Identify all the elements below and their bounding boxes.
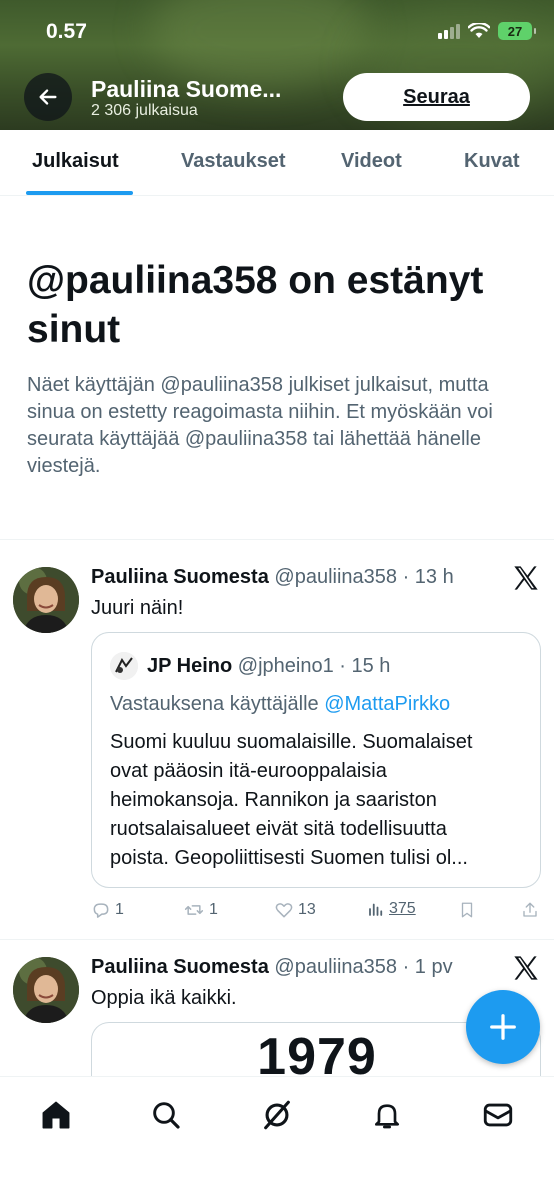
quote-text: Suomi kuuluu suomalaisille. Suomalaiset … <box>110 728 525 873</box>
quote-line: heimokansoja. Rannikon ja saariston <box>110 789 437 811</box>
post-count: 2 306 julkaisua <box>91 102 198 119</box>
divider <box>0 939 554 940</box>
search-icon <box>153 1102 180 1129</box>
profile-name: Pauliina Suome... <box>91 76 282 102</box>
bookmark-icon <box>461 902 473 918</box>
post-author[interactable]: Pauliina Suomesta <box>91 566 269 588</box>
quote-author: JP Heino <box>147 655 233 677</box>
post-meta: @pauliina358 · 13 h <box>274 566 454 588</box>
reply-mention-link[interactable]: @MattaPirkko <box>324 693 450 715</box>
post-meta: @pauliina358 · 1 pv <box>274 956 453 978</box>
grok-icon <box>264 1100 290 1130</box>
nav-notifications[interactable] <box>367 1095 407 1135</box>
post-header: Pauliina Suomesta @pauliina358 · 13 h <box>91 566 454 589</box>
heart-icon <box>275 903 293 918</box>
tab-posts[interactable]: Julkaisut <box>32 150 119 173</box>
status-icons: 27 <box>438 22 536 40</box>
views-icon <box>369 903 383 916</box>
quote-line: ruotsalaisalueet eivät sitä todellisuutt… <box>110 818 447 840</box>
home-icon <box>42 1101 70 1129</box>
post-actions: 1 1 13 375 <box>91 900 541 926</box>
post-header: Pauliina Suomesta @pauliina358 · 1 pv <box>91 956 453 979</box>
tab-replies[interactable]: Vastaukset <box>181 150 286 173</box>
mail-icon <box>483 1103 513 1127</box>
blocked-title: @pauliina358 on estänyt sinut <box>27 259 484 351</box>
avatar[interactable] <box>13 957 79 1023</box>
post-text: Juuri näin! <box>91 597 184 619</box>
quote-line: poista. Geopoliittisesti Suomen tulisi o… <box>110 847 468 869</box>
nav-grok[interactable] <box>257 1095 297 1135</box>
reply-icon <box>93 903 109 918</box>
quote-line: Suomi kuuluu suomalaisille. Suomalaiset <box>110 731 473 753</box>
bookmark-button[interactable] <box>458 900 476 920</box>
back-button[interactable] <box>24 73 72 121</box>
quote-meta: @jpheino1 · 15 h <box>237 655 391 677</box>
reply-prefix: Vastauksena käyttäjälle <box>110 693 319 715</box>
blocked-description: Näet käyttäjän @pauliina358 julkiset jul… <box>27 374 493 477</box>
profile-tabs: Julkaisut Vastaukset Videot Kuvat <box>0 130 554 196</box>
repost-count: 1 <box>209 901 218 918</box>
views-count: 375 <box>389 900 416 917</box>
quote-header: JP Heino @jpheino1 · 15 h <box>147 655 390 678</box>
quote-line: ovat pääosin itä-eurooppalaisia <box>110 760 387 782</box>
repost-icon <box>184 905 204 915</box>
avatar <box>110 652 138 680</box>
bell-icon <box>375 1104 399 1129</box>
plus-icon <box>490 1014 516 1040</box>
post-text: Oppia ikä kaikki. <box>91 987 237 1009</box>
post-author[interactable]: Pauliina Suomesta <box>91 956 269 978</box>
share-icon <box>523 902 537 917</box>
tab-videos[interactable]: Videot <box>341 150 402 173</box>
repost-button[interactable]: 1 <box>183 900 218 920</box>
wifi-icon <box>468 23 490 38</box>
follow-button[interactable]: Seuraa <box>343 73 530 121</box>
x-logo-icon[interactable] <box>512 564 540 592</box>
nav-home[interactable] <box>36 1095 76 1135</box>
share-button[interactable] <box>521 900 539 920</box>
nav-search[interactable] <box>146 1095 186 1135</box>
divider <box>0 539 554 540</box>
avatar[interactable] <box>13 567 79 633</box>
x-logo-icon[interactable] <box>512 954 540 982</box>
battery-icon: 27 <box>498 22 536 40</box>
status-time: 0.57 <box>46 20 87 43</box>
bottom-nav <box>0 1076 554 1199</box>
arrow-left-icon <box>39 89 57 105</box>
like-count: 13 <box>298 901 316 918</box>
reply-context: Vastauksena käyttäjälle @MattaPirkko <box>110 693 450 716</box>
reply-button[interactable]: 1 <box>91 900 124 920</box>
compose-button[interactable] <box>466 990 540 1064</box>
quoted-post[interactable]: JP Heino @jpheino1 · 15 h Vastauksena kä… <box>91 632 541 888</box>
profile-header: 0.57 27 Pauliina Suome... 2 306 julkaisu… <box>0 0 554 130</box>
tab-images[interactable]: Kuvat <box>464 150 520 173</box>
active-tab-indicator <box>26 191 133 195</box>
like-button[interactable]: 13 <box>274 900 316 920</box>
views-button[interactable]: 375 <box>367 900 416 918</box>
signal-icon <box>438 23 460 39</box>
reply-count: 1 <box>115 901 124 918</box>
nav-messages[interactable] <box>478 1095 518 1135</box>
